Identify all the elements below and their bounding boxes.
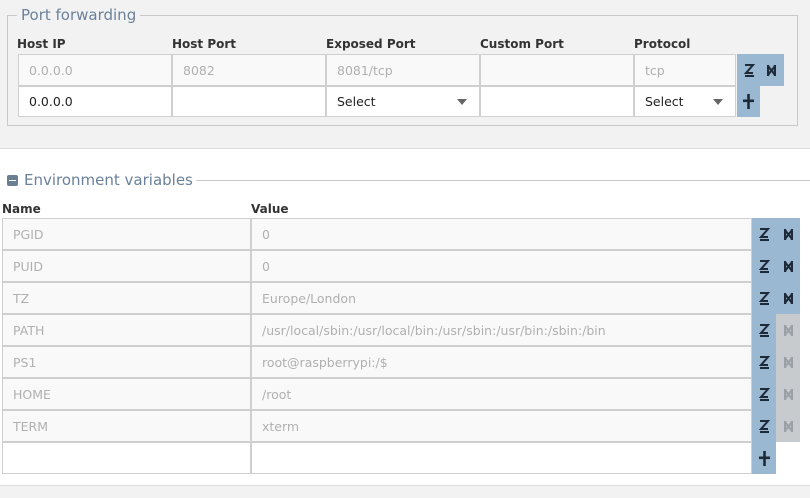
env-value-field: xterm <box>251 410 752 442</box>
new-exposed-port-select[interactable]: Select <box>326 86 480 117</box>
add-icon <box>758 450 770 466</box>
edit-icon <box>758 322 770 338</box>
env-remove-button <box>776 346 800 378</box>
env-value-field: /root <box>251 378 752 410</box>
edit-icon <box>758 290 770 306</box>
exposed-port-select-value: Select <box>337 94 376 109</box>
env-value-field: 0 <box>251 250 752 282</box>
new-protocol-select[interactable]: Select <box>634 86 736 117</box>
pf-row-actions <box>737 54 784 86</box>
remove-icon <box>782 418 794 434</box>
add-icon <box>743 94 755 110</box>
remove-icon <box>782 258 794 274</box>
env-remove-button <box>776 314 800 346</box>
env-remove-button[interactable] <box>776 250 800 282</box>
pf-custom-port-field <box>480 54 634 86</box>
new-env-name-input[interactable] <box>2 442 251 474</box>
env-name-field: PATH <box>2 314 251 346</box>
env-edit-button[interactable] <box>752 410 776 442</box>
pf-host-ip-field: 0.0.0.0 <box>18 54 172 86</box>
remove-icon <box>782 322 794 338</box>
env-value-field: Europe/London <box>251 282 752 314</box>
header-value: Value <box>251 202 289 216</box>
env-value-field: root@raspberrypi:/$ <box>251 346 752 378</box>
pf-host-port-field: 8082 <box>172 54 326 86</box>
pf-protocol-field: tcp <box>634 54 736 86</box>
header-host-port: Host Port <box>172 37 237 51</box>
env-name-field: HOME <box>2 378 251 410</box>
edit-icon <box>758 354 770 370</box>
add-port-button[interactable] <box>737 86 760 117</box>
remove-icon <box>782 290 794 306</box>
edit-icon <box>758 386 770 402</box>
new-host-ip-input[interactable]: 0.0.0.0 <box>18 86 172 117</box>
header-protocol: Protocol <box>634 37 691 51</box>
env-name-field: TERM <box>2 410 251 442</box>
env-remove-button <box>776 378 800 410</box>
edit-icon <box>758 226 770 242</box>
header-exposed-port: Exposed Port <box>326 37 416 51</box>
add-env-button[interactable] <box>752 442 776 474</box>
collapse-icon[interactable] <box>7 174 18 186</box>
env-value-field: 0 <box>251 218 752 250</box>
edit-icon <box>758 418 770 434</box>
env-legend-title: Environment variables <box>24 171 193 189</box>
header-custom-port: Custom Port <box>480 37 564 51</box>
env-edit-button[interactable] <box>752 346 776 378</box>
remove-icon <box>782 386 794 402</box>
env-edit-button[interactable] <box>752 378 776 410</box>
chevron-down-icon <box>457 98 467 105</box>
edit-icon <box>758 258 770 274</box>
new-custom-port-input[interactable] <box>480 86 634 117</box>
pf-exposed-port-field: 8081/tcp <box>326 54 480 86</box>
env-edit-button[interactable] <box>752 250 776 282</box>
remove-icon <box>782 354 794 370</box>
env-value-field: /usr/local/sbin:/usr/local/bin:/usr/sbin… <box>251 314 752 346</box>
env-remove-button[interactable] <box>776 218 800 250</box>
chevron-down-icon <box>713 98 723 105</box>
env-edit-button[interactable] <box>752 282 776 314</box>
env-edit-button[interactable] <box>752 218 776 250</box>
env-legend[interactable]: Environment variables <box>7 171 193 189</box>
env-name-field: PS1 <box>2 346 251 378</box>
env-remove-button <box>776 410 800 442</box>
env-name-field: TZ <box>2 282 251 314</box>
header-name: Name <box>2 202 41 216</box>
env-name-field: PUID <box>2 250 251 282</box>
protocol-select-value: Select <box>645 94 684 109</box>
header-host-ip: Host IP <box>17 37 66 51</box>
new-host-port-input[interactable] <box>172 86 326 117</box>
edit-icon[interactable] <box>744 62 756 78</box>
remove-icon[interactable] <box>765 62 777 78</box>
env-edit-button[interactable] <box>752 314 776 346</box>
new-env-value-input[interactable] <box>251 442 752 474</box>
env-remove-button[interactable] <box>776 282 800 314</box>
remove-icon <box>782 226 794 242</box>
env-name-field: PGID <box>2 218 251 250</box>
port-forwarding-legend: Port forwarding <box>17 6 141 24</box>
env-legend-divider <box>196 180 810 181</box>
